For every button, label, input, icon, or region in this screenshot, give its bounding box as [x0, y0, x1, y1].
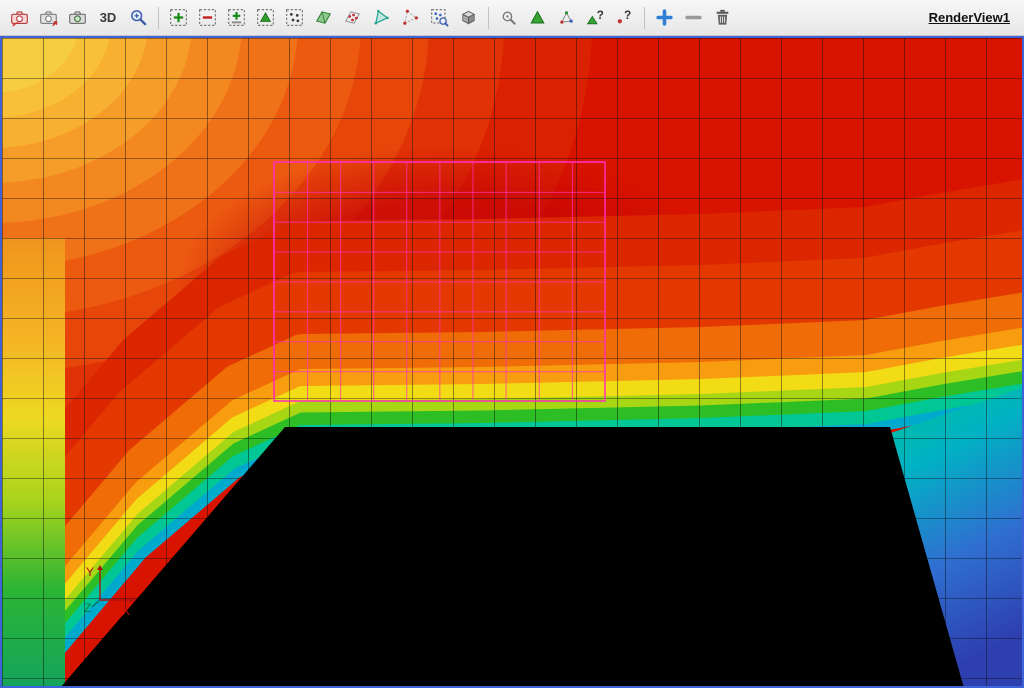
remove-view-button[interactable]	[680, 4, 707, 31]
hover-magnifier-icon	[499, 8, 518, 27]
select-points-on-button[interactable]	[281, 4, 308, 31]
zoom-to-selection-button[interactable]	[426, 4, 453, 31]
zoom-to-box-button[interactable]	[125, 4, 152, 31]
application-window: 3D	[0, 0, 1024, 688]
delete-view-button[interactable]	[709, 4, 736, 31]
toolbar-separator	[488, 7, 489, 29]
selection-grid	[274, 162, 605, 401]
interactive-select-cells-icon	[528, 8, 547, 27]
select-cells-polygon-button[interactable]	[368, 4, 395, 31]
select-block-button[interactable]	[455, 4, 482, 31]
interactive-select-cells-button[interactable]	[524, 4, 551, 31]
selection-add-button[interactable]	[165, 4, 192, 31]
select-block-icon	[459, 8, 478, 27]
selection-add-icon	[169, 8, 188, 27]
hover-cells-query-button[interactable]: ?	[582, 4, 609, 31]
toolbar-separator	[158, 7, 159, 29]
toggle-2d3d-button[interactable]: 3D	[93, 4, 123, 31]
render-canvas: Y X Z	[2, 38, 1022, 686]
delete-view-icon	[713, 8, 732, 27]
add-view-icon	[655, 8, 674, 27]
selection-toggle-icon	[227, 8, 246, 27]
hover-cells-query-icon: ?	[586, 8, 605, 27]
select-points-through-button[interactable]	[339, 4, 366, 31]
remove-view-icon	[684, 8, 703, 27]
svg-text:?: ?	[624, 9, 631, 22]
reset-camera-button[interactable]	[6, 4, 33, 31]
select-cells-on-button[interactable]	[252, 4, 279, 31]
toolbar: 3D	[0, 0, 1024, 36]
hover-magnifier-button[interactable]	[495, 4, 522, 31]
select-cells-through-button[interactable]	[310, 4, 337, 31]
reset-camera-icon	[10, 8, 29, 27]
hover-points-query-icon: ?	[615, 8, 634, 27]
svg-text:?: ?	[597, 9, 604, 22]
select-points-polygon-icon	[401, 8, 420, 27]
selection-subtract-button[interactable]	[194, 4, 221, 31]
view-title[interactable]: RenderView1	[921, 10, 1018, 25]
reset-camera-closest-icon	[39, 8, 58, 27]
select-points-on-icon	[285, 8, 304, 27]
select-points-polygon-button[interactable]	[397, 4, 424, 31]
select-cells-through-icon	[314, 8, 333, 27]
axis-y-label: Y	[86, 565, 94, 579]
select-cells-polygon-icon	[372, 8, 391, 27]
hover-points-query-button[interactable]: ?	[611, 4, 638, 31]
interactive-select-points-button[interactable]	[553, 4, 580, 31]
selection-subtract-icon	[198, 8, 217, 27]
axis-z-label: Z	[84, 601, 91, 615]
interactive-select-points-icon	[557, 8, 576, 27]
toggle-2d3d-label: 3D	[100, 10, 117, 25]
selection-toggle-button[interactable]	[223, 4, 250, 31]
zoom-to-selection-icon	[430, 8, 449, 27]
toolbar-separator	[644, 7, 645, 29]
zoom-to-data-button[interactable]	[64, 4, 91, 31]
zoom-to-box-icon	[129, 8, 148, 27]
reset-camera-closest-button[interactable]	[35, 4, 62, 31]
zoom-to-data-icon	[68, 8, 87, 27]
add-view-button[interactable]	[651, 4, 678, 31]
render-viewport[interactable]: Y X Z	[0, 36, 1024, 688]
axis-x-label: X	[122, 604, 130, 618]
select-points-through-icon	[343, 8, 362, 27]
select-cells-on-icon	[256, 8, 275, 27]
